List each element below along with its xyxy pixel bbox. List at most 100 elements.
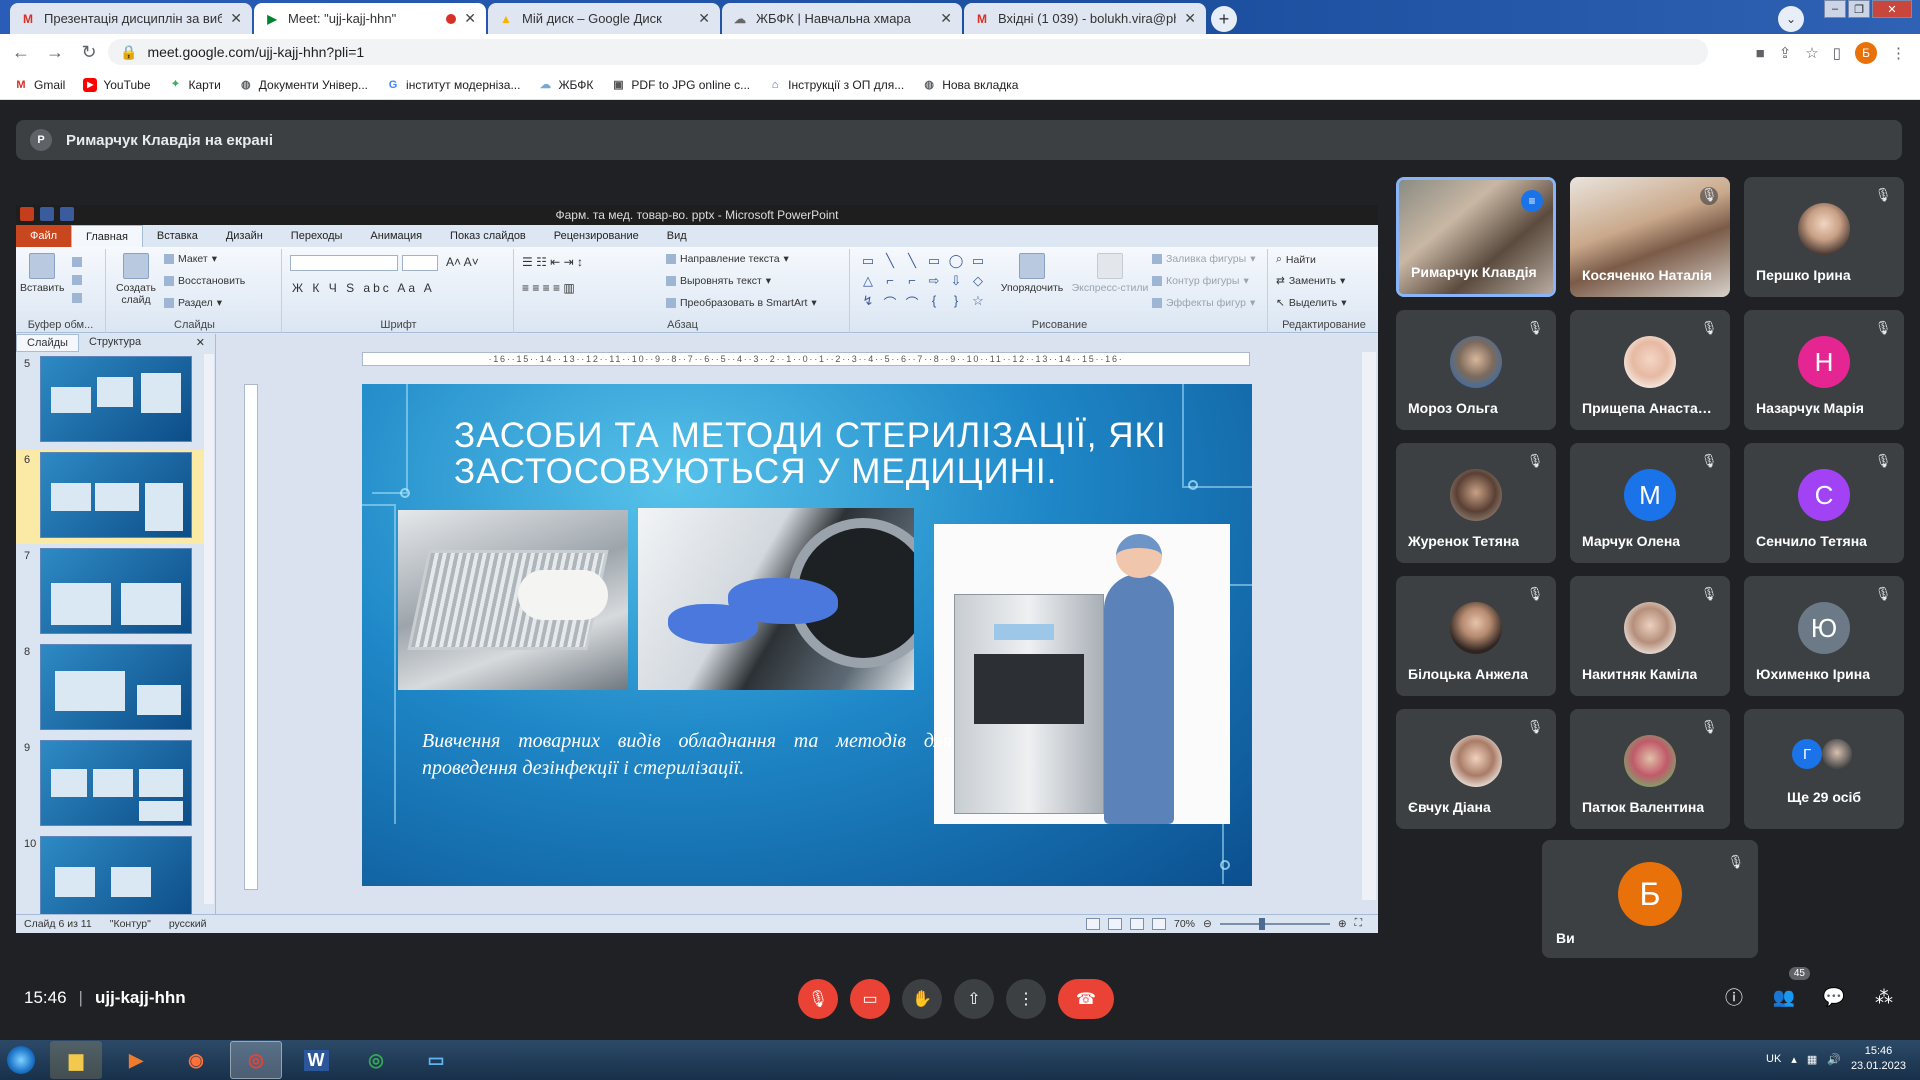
close-tab-icon[interactable]: ✕ (1184, 10, 1196, 27)
participant-tile[interactable]: 🎙 Білоцька Анжела (1396, 576, 1556, 696)
select-button[interactable]: ↖ Выделить ▾ (1276, 297, 1347, 309)
bookmark-new-tab[interactable]: ◍ Нова вкладка (922, 78, 1018, 92)
find-button[interactable]: ⌕ Найти (1276, 253, 1316, 266)
self-tile[interactable]: Б 🎙 Ви (1542, 840, 1758, 958)
fit-to-window-icon[interactable]: ⛶ (1355, 917, 1362, 930)
bookmark-pdf-to-jpg[interactable]: ▣ PDF to JPG online c... (611, 78, 750, 92)
url-field[interactable]: 🔒 meet.google.com/ujj-kajj-hhn?pli=1 (108, 39, 1708, 65)
volume-icon[interactable]: 🔊 (1827, 1053, 1841, 1066)
maximize-window-button[interactable]: ❐ (1848, 0, 1870, 18)
font-name-field[interactable] (290, 255, 398, 271)
participant-tile[interactable]: 🎙 Прищепа Анаста… (1570, 310, 1730, 430)
ribbon-tab-slideshow[interactable]: Показ слайдов (436, 225, 540, 247)
align-icons[interactable]: ≡ ≡ ≡ ≡ ▥ (522, 281, 575, 295)
tab-slides[interactable]: Слайды (16, 334, 79, 352)
save-icon[interactable] (40, 207, 54, 221)
media-player-taskbar-button[interactable]: ▶ (110, 1041, 162, 1079)
file-explorer-taskbar-button[interactable]: ▆ (50, 1041, 102, 1079)
participant-tile[interactable]: 🎙 Накитняк Каміла (1570, 576, 1730, 696)
bookmark-youtube[interactable]: ▶ YouTube (83, 77, 151, 92)
close-window-button[interactable]: ✕ (1872, 0, 1912, 18)
new-tab-button[interactable]: + (1211, 6, 1237, 32)
participant-tile[interactable]: 🎙 Першко Ірина (1744, 177, 1904, 297)
bookmark-maps[interactable]: ⌖ Карти (169, 78, 220, 92)
close-tab-icon[interactable]: ✕ (698, 10, 710, 27)
more-menu-icon[interactable]: ⋮ (1891, 44, 1906, 62)
tab-outline[interactable]: Структура (79, 334, 151, 352)
font-format-buttons[interactable]: Ж К Ч S abc Aa A (292, 281, 435, 295)
participant-tile[interactable]: ≡ Римарчук Клавдія (1396, 177, 1556, 297)
network-icon[interactable]: ▦ (1807, 1053, 1817, 1066)
tab-search-button[interactable]: ⌄ (1778, 6, 1804, 32)
participant-tile[interactable]: 🎙 Журенок Тетяна (1396, 443, 1556, 563)
sorter-view-icon[interactable] (1108, 917, 1122, 930)
ribbon-tab-review[interactable]: Рецензирование (540, 225, 653, 247)
more-options-button[interactable]: ⋮ (1006, 979, 1046, 1019)
camera-toggle-button[interactable]: ▭ (850, 979, 890, 1019)
camera-in-use-icon[interactable]: ■ (1756, 45, 1765, 62)
mic-toggle-button[interactable]: 🎙 (798, 979, 838, 1019)
back-arrow-icon[interactable]: ← (8, 39, 34, 65)
reload-icon[interactable]: ↻ (76, 39, 102, 65)
cut-icon[interactable] (72, 257, 82, 267)
language-indicator[interactable]: UK (1766, 1053, 1781, 1065)
close-tab-icon[interactable]: ✕ (464, 10, 476, 27)
reading-view-icon[interactable] (1130, 917, 1144, 930)
replace-button[interactable]: ⇄ Заменить ▾ (1276, 275, 1345, 287)
section-button[interactable]: Раздел ▾ (164, 297, 222, 309)
slide-thumbnail[interactable]: 7 (16, 546, 211, 640)
sidebar-icon[interactable]: ▯ (1833, 44, 1841, 62)
current-slide[interactable]: Засоби та методи стерилізації, які засто… (362, 384, 1252, 886)
tray-icon[interactable]: ▴ (1791, 1053, 1797, 1066)
close-tab-icon[interactable]: ✕ (940, 10, 952, 27)
bookmark-instructions[interactable]: ⌂ Інструкції з ОП для... (768, 78, 904, 92)
slide-thumbnail[interactable]: 9 (16, 738, 211, 832)
browser-tab-cloud[interactable]: ☁ ЖБФК | Навчальна хмара ✕ (722, 3, 962, 34)
zoom-in-icon[interactable]: ⊕ (1338, 918, 1347, 930)
normal-view-icon[interactable] (1086, 917, 1100, 930)
chrome-profile-taskbar-button[interactable]: ◎ (350, 1041, 402, 1079)
people-button[interactable]: 👥 45 (1770, 967, 1810, 1011)
bookmark-star-icon[interactable]: ☆ (1805, 44, 1818, 62)
text-direction-button[interactable]: Направление текста ▾ (666, 253, 789, 265)
ribbon-tab-insert[interactable]: Вставка (143, 225, 212, 247)
bookmark-documents[interactable]: ◍ Документи Універ... (239, 78, 368, 92)
ribbon-tab-file[interactable]: Файл (16, 225, 72, 247)
taskbar-clock[interactable]: 15:46 23.01.2023 (1851, 1044, 1906, 1074)
zoom-out-icon[interactable]: ⊖ (1203, 918, 1212, 930)
convert-smartart-button[interactable]: Преобразовать в SmartArt ▾ (666, 297, 817, 309)
language-indicator[interactable]: русский (169, 918, 207, 930)
close-panel-icon[interactable]: ✕ (186, 334, 215, 352)
participant-tile[interactable]: 🎙 Євчук Діана (1396, 709, 1556, 829)
slideshow-view-icon[interactable] (1152, 917, 1166, 930)
copy-icon[interactable] (72, 275, 82, 285)
slide-thumbnail[interactable]: 8 (16, 642, 211, 736)
browser-tab-meet[interactable]: ▶ Meet: "ujj-kajj-hhn" ✕ (254, 3, 486, 34)
layout-button[interactable]: Макет ▾ (164, 253, 217, 265)
profile-avatar[interactable]: Б (1855, 42, 1877, 64)
font-size-field[interactable] (402, 255, 438, 271)
leave-call-button[interactable]: ☎ (1058, 979, 1114, 1019)
minimize-window-button[interactable]: – (1824, 0, 1846, 18)
slide-thumbnail-selected[interactable]: 6 (16, 450, 211, 544)
participant-tile[interactable]: М 🎙 Марчук Олена (1570, 443, 1730, 563)
browser-tab-presentation[interactable]: M Презентація дисциплін за вибо… ✕ (10, 3, 252, 34)
ribbon-tab-view[interactable]: Вид (653, 225, 701, 247)
participant-tile[interactable]: Ю 🎙 Юхименко Ірина (1744, 576, 1904, 696)
align-text-button[interactable]: Выровнять текст ▾ (666, 275, 771, 287)
editor-scrollbar[interactable] (1362, 352, 1376, 900)
present-button[interactable]: ⇧ (954, 979, 994, 1019)
remote-desktop-taskbar-button[interactable]: ▭ (410, 1041, 462, 1079)
reset-button[interactable]: Восстановить (164, 275, 245, 287)
quick-styles-button[interactable]: Экспресс-стили (1070, 253, 1150, 294)
bullets-icon[interactable]: ☰ ☷ ⇤ ⇥ ↕ (522, 255, 583, 269)
participant-tile[interactable]: 🎙 Патюк Валентина (1570, 709, 1730, 829)
more-participants-tile[interactable]: Г Ще 29 осіб (1744, 709, 1904, 829)
participant-tile[interactable]: Н 🎙 Назарчук Марія (1744, 310, 1904, 430)
format-painter-icon[interactable] (72, 293, 82, 303)
shapes-gallery[interactable]: ▭ ╲ ╲ ▭ ◯ ▭ △ ⌐ ⌐ ⇨ ⇩ ◇ ↯ ⌒ ⌒{} ☆ (858, 253, 988, 311)
participant-tile[interactable]: 🎙 Мороз Ольга (1396, 310, 1556, 430)
arrange-button[interactable]: Упорядочить (996, 253, 1068, 294)
participant-tile[interactable]: С 🎙 Сенчило Тетяна (1744, 443, 1904, 563)
firefox-taskbar-button[interactable]: ◉ (170, 1041, 222, 1079)
